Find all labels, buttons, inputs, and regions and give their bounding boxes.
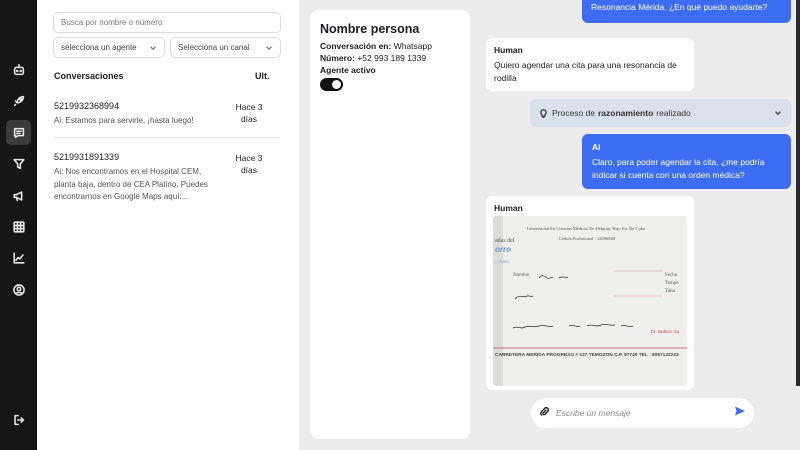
agent-select[interactable]: selecciona un agente <box>53 37 165 58</box>
message-text: Resonancia Mérida. ¿En qué puedo ayudart… <box>591 2 768 12</box>
rocket-icon[interactable] <box>6 88 31 113</box>
photo-header-text: Universidad En Ciencias Médicas De Helgu… <box>527 226 645 231</box>
contact-number-value: +52 993 189 1339 <box>357 53 427 63</box>
megaphone-icon[interactable] <box>6 183 31 208</box>
reasoning-suffix: realizado <box>656 108 691 118</box>
reasoning-toggle[interactable]: Proceso de razonamiento realizado <box>530 99 791 127</box>
agent-select-value: selecciona un agente <box>61 43 137 52</box>
attachment-image[interactable]: Universidad En Ciencias Médicas De Helgu… <box>493 216 687 386</box>
contact-number-label: Número: <box>320 53 355 63</box>
conversation-time: Hace 3 días <box>232 101 266 125</box>
reasoning-bold: razonamiento <box>598 108 654 118</box>
human-message-bubble: Human Quiero agendar una cita para una r… <box>486 38 694 91</box>
time-line: días <box>240 165 258 175</box>
agent-active-toggle[interactable] <box>320 78 343 91</box>
contact-channel: Conversación en: Whatsapp <box>320 40 460 52</box>
user-circle-icon[interactable] <box>6 277 31 302</box>
ai-message-bubble: Resonancia Mérida. ¿En qué puedo ayudart… <box>582 0 791 23</box>
conversation-list-panel: selecciona un agente Selecciona un canal… <box>37 0 299 450</box>
contact-channel-label: Conversación en: <box>320 41 392 51</box>
message-text: Claro, para poder agendar la cita, ¿me p… <box>592 157 765 180</box>
chevron-down-icon <box>150 45 156 50</box>
contact-panel: Nombre persona Conversación en: Whatsapp… <box>310 10 470 439</box>
time-line: días <box>240 114 258 124</box>
photo-signature-note: Dr. Nelson Gu <box>651 329 680 334</box>
bot-icon[interactable] <box>6 57 31 82</box>
send-icon[interactable] <box>734 404 746 422</box>
photo-left-text: adas del <box>495 238 515 244</box>
table-icon[interactable] <box>6 214 31 239</box>
message-input[interactable] <box>556 408 734 418</box>
list-header-conversations: Conversaciones <box>54 71 124 81</box>
message-role: Ai <box>592 142 601 152</box>
channel-select-value: Selecciona un canal <box>178 43 250 52</box>
sidebar-rail <box>0 0 37 450</box>
logout-icon[interactable] <box>6 407 31 432</box>
chevron-down-icon <box>266 45 272 50</box>
contact-name: Nombre persona <box>320 22 420 36</box>
conversation-preview: Ai: Nos encontramos en el Hospital CEM, … <box>54 167 208 201</box>
message-text: Quiero agendar una cita para una resonan… <box>494 60 677 83</box>
photo-header-text: Cédula Profesional : 12696048 <box>559 236 615 241</box>
photo-left-text: ... bien. <box>495 260 510 265</box>
handwriting-scribbles <box>493 270 687 349</box>
search-input[interactable] <box>53 12 281 33</box>
conversation-preview: Ai: Estamos para servirle, ¡hasta luego! <box>54 116 194 125</box>
list-divider <box>54 137 280 138</box>
contact-number: Número: +52 993 189 1339 <box>320 52 460 64</box>
conversation-time: Hace 3 días <box>232 152 266 176</box>
filter-icon[interactable] <box>6 151 31 176</box>
list-header-last: Ult. <box>255 71 270 81</box>
agent-active-label: Agente activo <box>320 65 376 75</box>
message-role: Human <box>494 45 523 55</box>
channel-select[interactable]: Selecciona un canal <box>170 37 281 58</box>
contact-channel-value: Whatsapp <box>393 41 432 51</box>
time-line: Hace 3 <box>235 102 263 112</box>
list-item[interactable]: 5219931891339 Ai: Nos encontramos en el … <box>54 152 280 204</box>
photo-brand-text: orro <box>495 245 511 254</box>
time-line: Hace 3 <box>235 153 263 163</box>
list-item[interactable]: 5219932368994 Ai: Estamos para servirle,… <box>54 101 280 128</box>
chevron-down-icon <box>775 111 781 116</box>
chat-scrollbar[interactable] <box>796 0 800 386</box>
photo-address: CARRETERA MERIDA PROGRESO # 127 TEMOZON … <box>495 353 679 358</box>
chat-icon[interactable] <box>6 120 31 145</box>
reasoning-prefix: Proceso de <box>552 108 595 118</box>
message-composer <box>531 398 754 428</box>
lightbulb-icon <box>540 108 547 118</box>
ai-message-bubble: Ai Claro, para poder agendar la cita, ¿m… <box>582 134 791 189</box>
message-role: Human <box>494 203 523 213</box>
paperclip-icon[interactable] <box>539 404 550 422</box>
toggle-knob <box>332 80 341 89</box>
chart-icon[interactable] <box>6 245 31 270</box>
